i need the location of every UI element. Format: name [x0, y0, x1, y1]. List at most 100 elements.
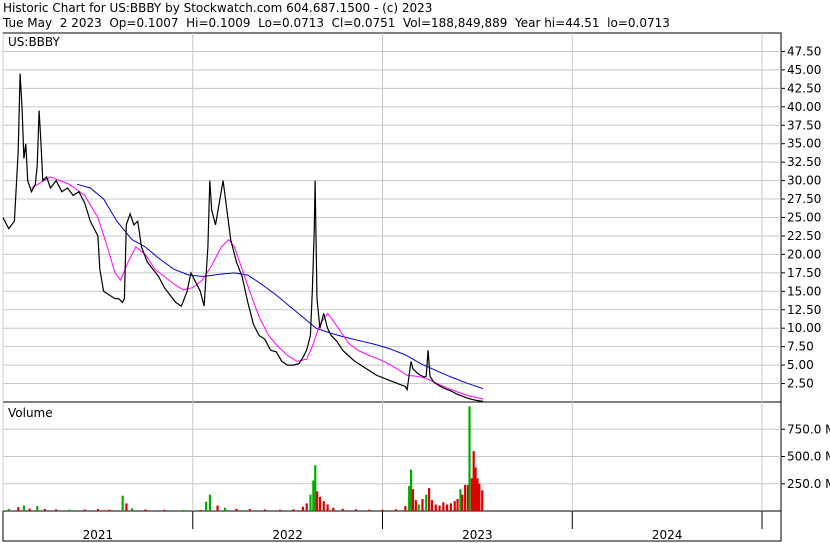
volume-bar: [428, 488, 431, 511]
year-label: 2024: [652, 528, 683, 542]
price-axis: 47.50 45.00 42.50 40.00 37.50 35.00 32.50 30.00…: [781, 44, 821, 391]
price-tick-label: 15.00: [787, 284, 821, 298]
volume-bar: [464, 484, 467, 511]
volume-bar: [199, 509, 202, 511]
volume-bar: [17, 507, 20, 511]
price-tick-label: 42.50: [787, 81, 821, 95]
volume-bar: [235, 508, 238, 511]
volume-bar: [248, 509, 251, 511]
volume-bar: [55, 509, 58, 511]
volume-bar: [368, 509, 371, 511]
volume-bar: [341, 508, 344, 511]
volume-bar: [438, 505, 441, 511]
volume-bar: [316, 491, 319, 511]
price-series: [2, 73, 484, 402]
volume-bar: [125, 503, 128, 511]
year-label: 2023: [462, 528, 493, 542]
price-tick-label: 12.50: [787, 303, 821, 317]
volume-bar: [182, 509, 185, 511]
price-tick-label: 2.50: [787, 377, 814, 391]
volume-bar: [28, 508, 31, 511]
price-tick-label: 47.50: [787, 44, 821, 58]
volume-bar: [442, 502, 445, 511]
volume-bar: [36, 506, 39, 511]
price-panel-label: US:BBBY: [8, 35, 60, 49]
volume-tick-label: 250.0 M: [787, 477, 830, 491]
price-volume-chart: US:BBBY Volume 47.50 45.00 42.50 40.00 37.50…: [2, 32, 830, 542]
volume-bar: [456, 499, 459, 511]
volume-bar: [131, 508, 134, 511]
volume-bar: [409, 469, 413, 511]
volume-axis: 750.0 M 500.0 M 250.0 M: [781, 422, 830, 491]
volume-bar: [163, 509, 166, 511]
price-tick-label: 10.00: [787, 321, 821, 335]
volume-bar: [326, 504, 329, 511]
volume-bar: [417, 504, 420, 511]
price-tick-label: 17.50: [787, 266, 821, 280]
volume-bar: [96, 509, 100, 511]
volume-tick-label: 750.0 M: [787, 422, 830, 436]
volume-bar: [279, 509, 282, 511]
volume-bar: [305, 503, 308, 511]
volume-bar: [22, 505, 26, 511]
volume-bar: [354, 509, 358, 511]
price-tick-label: 22.50: [787, 229, 821, 243]
grid-lines: [2, 33, 781, 511]
price-tick-label: 5.00: [787, 358, 814, 372]
volume-bar: [121, 495, 124, 511]
volume-bar: [263, 509, 267, 511]
price-tick-label: 20.00: [787, 247, 821, 261]
volume-bar: [449, 503, 453, 511]
volume-bar: [446, 504, 449, 511]
volume-bar: [404, 506, 407, 511]
date-axis: 2021 2022 2023 2024: [2, 511, 763, 542]
price-tick-label: 35.00: [787, 137, 821, 151]
volume-bar: [421, 499, 424, 511]
volume-bar: [144, 509, 147, 511]
volume-bar: [430, 500, 434, 511]
price-tick-label: 45.00: [787, 63, 821, 77]
volume-bar: [83, 509, 86, 511]
volume-bar: [474, 467, 477, 511]
volume-bar: [411, 489, 415, 511]
volume-bar: [309, 494, 312, 511]
volume-bar: [7, 508, 10, 511]
volume-tick-label: 500.0 M: [787, 450, 830, 464]
volume-bar: [318, 496, 322, 511]
volume-bar: [472, 451, 475, 511]
volume-bar: [468, 406, 471, 511]
volume-bar: [461, 494, 464, 511]
volume-bars: [7, 406, 484, 511]
price-tick-label: 32.50: [787, 155, 821, 169]
volume-bar: [332, 507, 335, 511]
year-label: 2022: [272, 528, 303, 542]
price-line: [2, 73, 484, 402]
volume-bar: [224, 507, 227, 511]
volume-bar: [322, 501, 325, 511]
volume-bar: [205, 501, 208, 511]
price-tick-label: 40.00: [787, 100, 821, 114]
volume-bar: [408, 485, 411, 511]
volume-bar: [414, 500, 417, 511]
volume-bar: [476, 478, 479, 511]
volume-bar: [434, 504, 437, 511]
volume-bar: [381, 509, 384, 511]
volume-bar: [453, 501, 456, 511]
price-tick-label: 30.00: [787, 174, 821, 188]
volume-panel-label: Volume: [8, 406, 53, 420]
price-tick-label: 7.50: [787, 340, 814, 354]
volume-bar: [459, 489, 462, 511]
volume-bar: [312, 480, 315, 511]
short-moving-average-line: [31, 176, 484, 400]
volume-bar: [314, 465, 317, 511]
volume-bar: [301, 506, 305, 511]
volume-bar: [68, 509, 71, 511]
volume-bar: [470, 478, 473, 511]
volume-bar: [425, 494, 428, 511]
price-tick-label: 25.00: [787, 211, 821, 225]
price-tick-label: 37.50: [787, 118, 821, 132]
year-label: 2021: [83, 528, 114, 542]
volume-bar: [394, 509, 397, 511]
volume-bar: [481, 490, 484, 511]
volume-bar: [43, 509, 46, 511]
